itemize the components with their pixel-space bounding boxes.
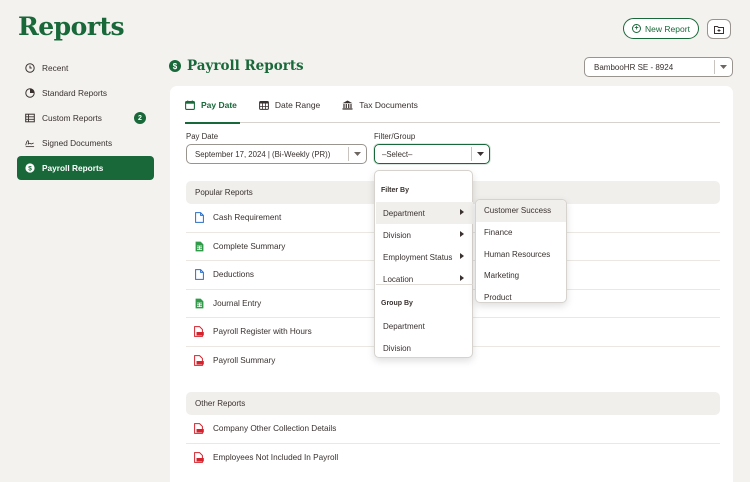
chevron-right-icon: [460, 209, 464, 215]
tab-label: Pay Date: [201, 99, 237, 110]
section-title: Payroll Reports: [187, 58, 304, 74]
sidebar-item-label: Custom Reports: [42, 113, 102, 123]
pdf-icon: [194, 452, 204, 464]
calendar-icon: [185, 100, 195, 110]
chevron-right-icon: [460, 253, 464, 259]
submenu-item-customer-success[interactable]: Customer Success: [476, 200, 566, 222]
menu-item-division[interactable]: Division: [376, 224, 473, 246]
company-select[interactable]: BambooHR SE - 8924: [584, 57, 733, 77]
chevron-down-icon: [471, 147, 489, 161]
filter-group-value: –Select–: [382, 149, 413, 159]
tab-label: Date Range: [274, 99, 321, 110]
app-title: Reports: [18, 12, 125, 41]
page-title: $ Payroll Reports: [169, 58, 304, 74]
sidebar-item-custom-reports[interactable]: Custom Reports 2: [17, 106, 154, 130]
pdf-icon: [194, 355, 204, 367]
table-icon: [25, 113, 35, 123]
sidebar: Recent Standard Reports Custom Reports 2…: [17, 56, 154, 181]
sidebar-item-signed-documents[interactable]: Signed Documents: [17, 131, 154, 155]
sidebar-item-payroll-reports[interactable]: $ Payroll Reports: [17, 156, 154, 180]
dollar-circle-icon: $: [25, 163, 35, 173]
chevron-right-icon: [460, 275, 464, 281]
menu-item-group-division[interactable]: Division: [376, 337, 473, 359]
svg-text:$: $: [28, 165, 32, 172]
tab-tax-documents[interactable]: Tax Documents: [342, 86, 418, 123]
tab-bar: Pay Date Date Range Tax Documents: [185, 86, 720, 124]
tab-pay-date[interactable]: Pay Date: [185, 86, 240, 124]
filter-group-select[interactable]: –Select–: [374, 144, 490, 164]
report-label: Payroll Summary: [213, 356, 276, 366]
menu-item-employment-status[interactable]: Employment Status: [376, 246, 473, 268]
clock-icon: [25, 63, 35, 73]
menu-divider: [376, 284, 473, 285]
new-report-button[interactable]: + New Report: [623, 18, 699, 39]
spreadsheet-icon: [194, 240, 204, 252]
menu-item-group-department[interactable]: Department: [376, 315, 473, 337]
report-label: Cash Requirement: [213, 213, 282, 223]
department-submenu: Customer Success Finance Human Resources…: [475, 199, 567, 303]
calendar-grid-icon: [259, 100, 269, 110]
report-row-company-other-collection[interactable]: Company Other Collection Details: [186, 415, 720, 444]
chevron-down-icon: [348, 147, 366, 161]
pay-date-select[interactable]: September 17, 2024 | (Bi-Weekly (PR)): [186, 144, 367, 164]
submenu-item-product[interactable]: Product: [476, 287, 566, 302]
report-label: Deductions: [213, 270, 254, 280]
folder-icon: [714, 25, 724, 34]
pdf-icon: [194, 423, 204, 435]
filter-group-label: Filter/Group: [374, 132, 416, 141]
report-label: Company Other Collection Details: [213, 424, 337, 434]
report-label: Payroll Register with Hours: [213, 327, 312, 337]
spreadsheet-icon: [194, 297, 204, 309]
report-label: Journal Entry: [213, 298, 262, 308]
new-report-label: New Report: [645, 23, 690, 34]
sidebar-item-label: Standard Reports: [42, 88, 108, 98]
filter-by-heading: Filter By: [381, 187, 410, 194]
document-icon: [194, 212, 204, 224]
submenu-item-marketing[interactable]: Marketing: [476, 265, 566, 287]
document-icon: [194, 269, 204, 281]
folder-button[interactable]: [707, 19, 731, 39]
plus-circle-icon: +: [632, 24, 642, 33]
sidebar-item-label: Recent: [42, 63, 69, 73]
sidebar-item-standard-reports[interactable]: Standard Reports: [17, 81, 154, 105]
signature-icon: [25, 138, 35, 148]
tab-date-range[interactable]: Date Range: [259, 86, 320, 123]
menu-item-label: Department: [383, 208, 425, 218]
custom-reports-count-badge: 2: [134, 112, 146, 124]
report-label: Employees Not Included In Payroll: [213, 453, 339, 463]
menu-item-label: Division: [383, 230, 412, 240]
pdf-icon: [194, 326, 204, 338]
chevron-right-icon: [460, 231, 464, 237]
bank-icon: [342, 100, 353, 110]
company-select-value: BambooHR SE - 8924: [594, 62, 674, 72]
chevron-down-icon: [714, 60, 732, 74]
menu-item-department[interactable]: Department: [376, 202, 473, 224]
report-label: Complete Summary: [213, 241, 286, 251]
filter-group-dropdown-menu: Filter By Department Division Employment…: [374, 170, 473, 358]
menu-item-label: Employment Status: [383, 252, 453, 262]
top-bar: Reports + New Report: [0, 0, 750, 56]
sidebar-item-label: Payroll Reports: [42, 163, 104, 173]
report-row-employees-not-included[interactable]: Employees Not Included In Payroll: [186, 444, 720, 473]
sidebar-item-recent[interactable]: Recent: [17, 56, 154, 80]
dollar-icon: $: [169, 60, 181, 72]
tab-label: Tax Documents: [359, 99, 418, 110]
sidebar-item-label: Signed Documents: [42, 138, 113, 148]
menu-item-location[interactable]: Location: [376, 268, 473, 290]
other-reports-list: Company Other Collection Details Employe…: [186, 415, 720, 472]
menu-item-label: Department: [383, 321, 425, 331]
pay-date-label: Pay Date: [186, 132, 219, 141]
menu-item-label: Division: [383, 343, 412, 353]
pay-date-value: September 17, 2024 | (Bi-Weekly (PR)): [195, 149, 331, 159]
menu-item-label: Location: [383, 274, 414, 284]
other-reports-heading: Other Reports: [186, 392, 720, 415]
submenu-item-human-resources[interactable]: Human Resources: [476, 243, 566, 265]
pie-chart-icon: [25, 88, 35, 98]
group-by-heading: Group By: [381, 300, 413, 307]
submenu-item-finance[interactable]: Finance: [476, 222, 566, 244]
